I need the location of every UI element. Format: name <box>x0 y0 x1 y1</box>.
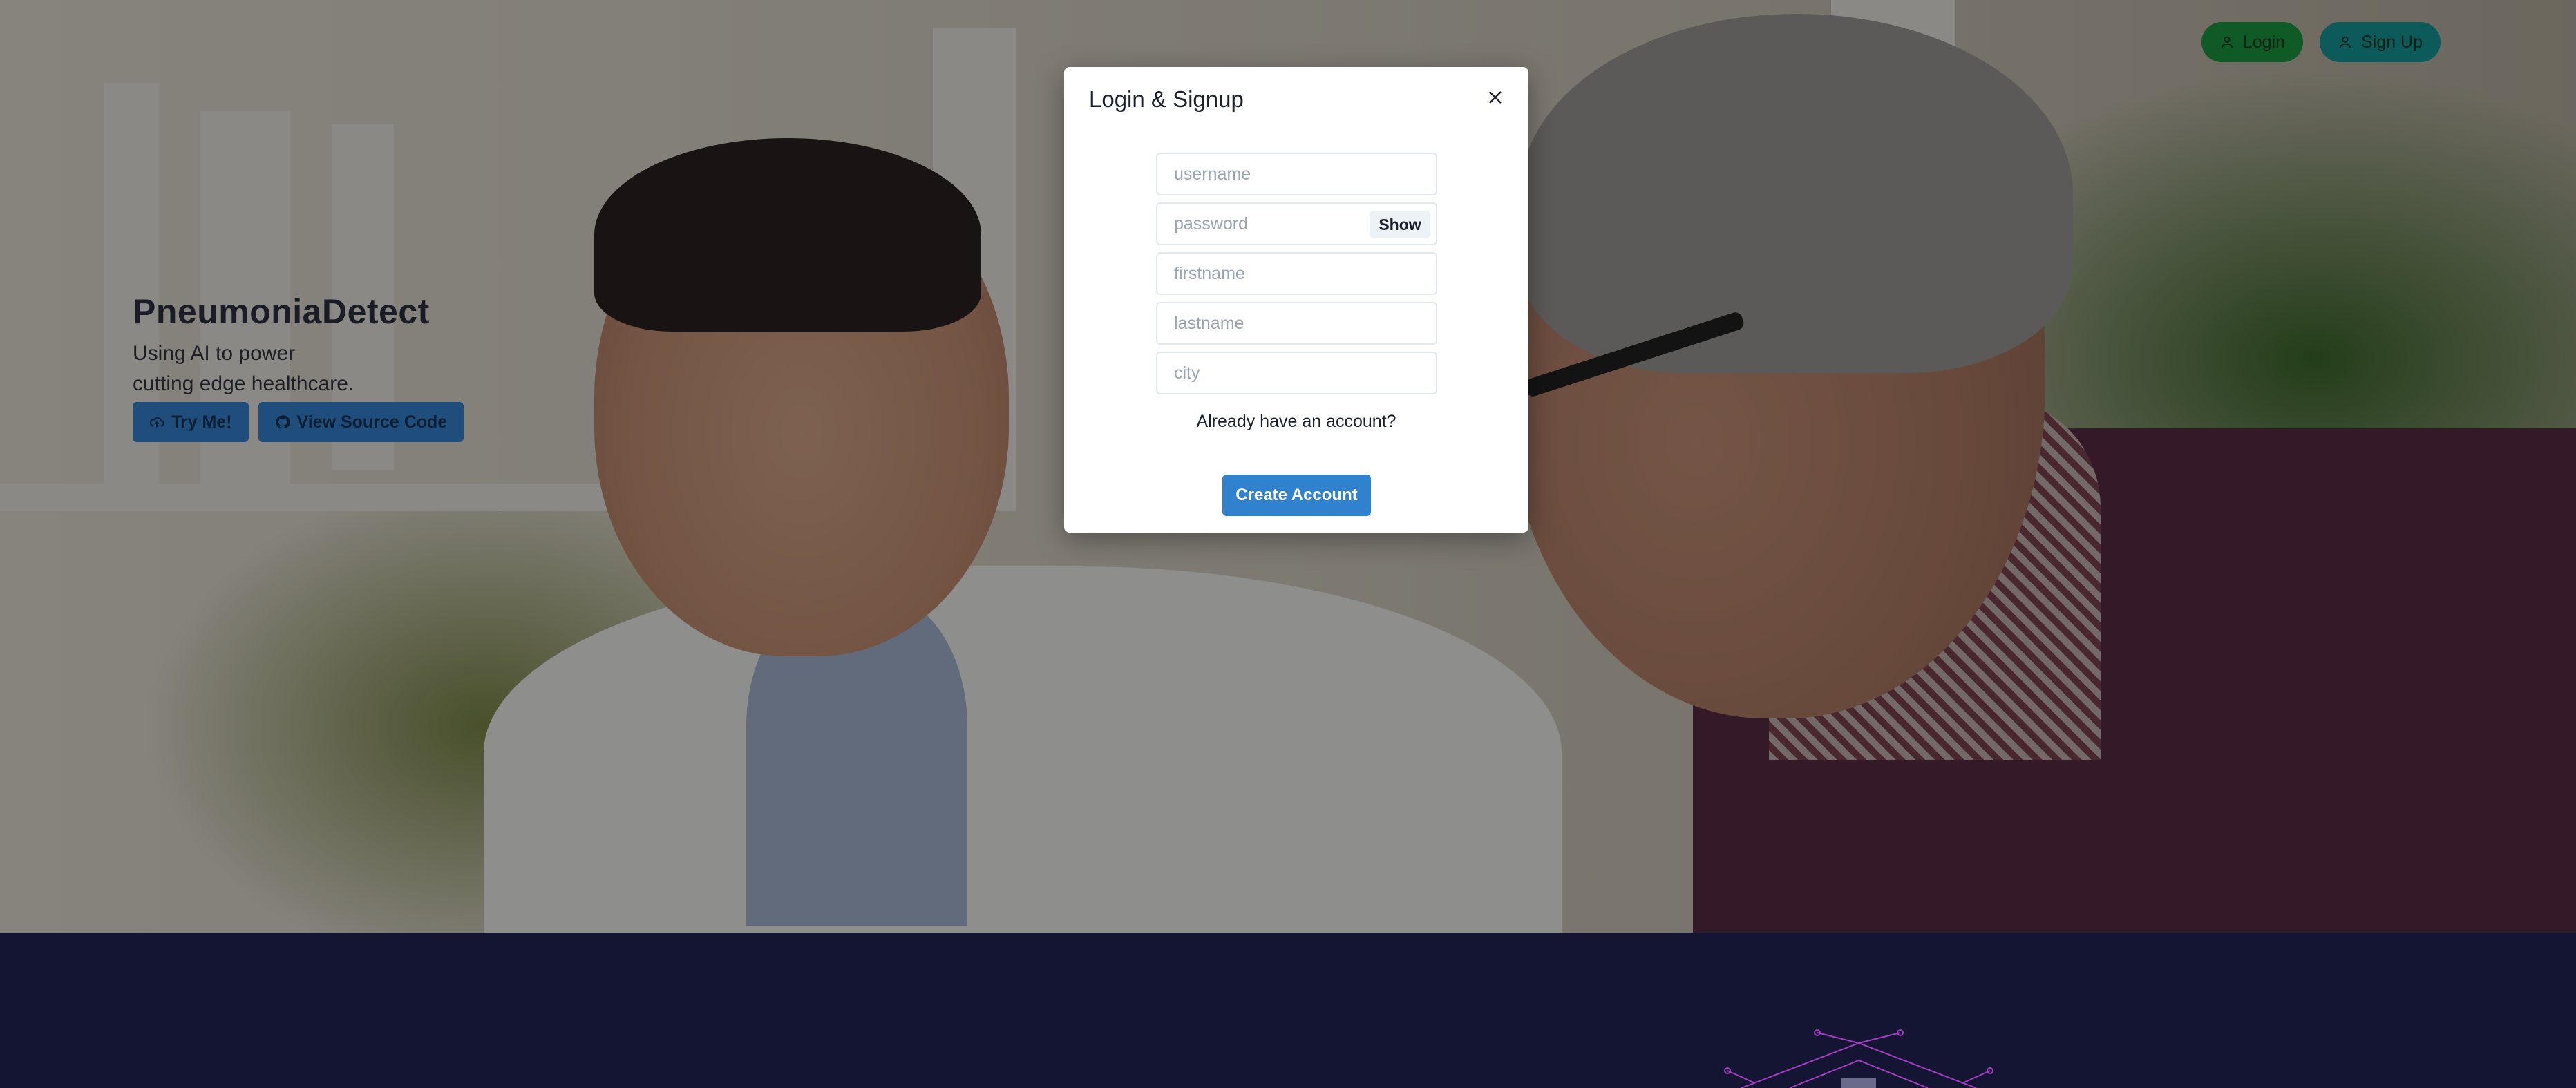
view-source-label: View Source Code <box>296 412 448 432</box>
hero-subtitle: Using AI to power cutting edge healthcar… <box>133 338 464 399</box>
close-button[interactable] <box>1479 81 1512 114</box>
user-icon <box>2221 36 2233 48</box>
already-have-account-link[interactable]: Already have an account? <box>1064 412 1528 432</box>
signup-button[interactable]: Sign Up <box>2320 22 2441 62</box>
login-button[interactable]: Login <box>2201 22 2304 62</box>
password-group: Show <box>1156 202 1437 245</box>
close-icon <box>1489 91 1502 104</box>
cloud-upload-icon <box>149 417 164 428</box>
hero-title: PneumoniaDetect <box>133 292 430 331</box>
user-icon <box>2339 36 2351 48</box>
show-password-button[interactable]: Show <box>1370 211 1430 238</box>
top-nav: Login Sign Up <box>2201 22 2441 62</box>
view-source-button[interactable]: View Source Code <box>258 402 464 442</box>
signup-label: Sign Up <box>2361 32 2423 52</box>
hero-subtitle-line: cutting edge healthcare. <box>133 372 354 395</box>
city-input[interactable] <box>1156 352 1437 394</box>
login-signup-modal: Login & Signup Show Already have an acco… <box>1064 67 1528 533</box>
modal-title: Login & Signup <box>1089 86 1244 112</box>
lastname-input[interactable] <box>1156 302 1437 345</box>
dark-section <box>0 933 2576 1088</box>
firstname-input[interactable] <box>1156 252 1437 295</box>
circuit-graphic <box>1724 1029 1993 1088</box>
hero-buttons: Try Me! View Source Code <box>133 402 464 442</box>
try-me-label: Try Me! <box>171 412 232 432</box>
create-account-button[interactable]: Create Account <box>1222 475 1371 516</box>
hero-subtitle-line: Using AI to power <box>133 342 296 365</box>
hero-content: PneumoniaDetect Using AI to power cuttin… <box>133 292 464 442</box>
login-label: Login <box>2242 32 2286 52</box>
username-input[interactable] <box>1156 153 1437 195</box>
try-me-button[interactable]: Try Me! <box>133 402 249 442</box>
github-icon <box>275 415 290 429</box>
